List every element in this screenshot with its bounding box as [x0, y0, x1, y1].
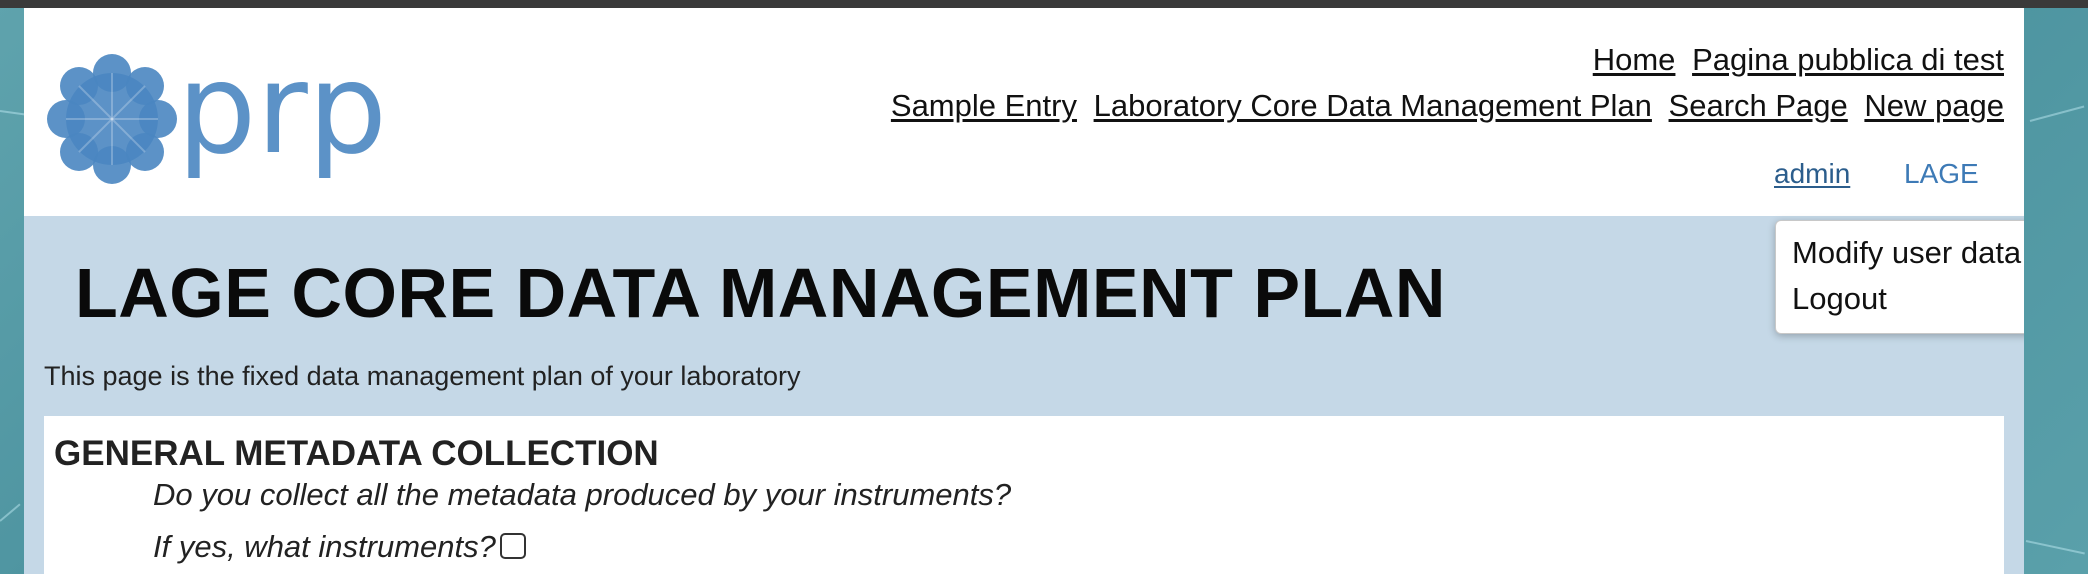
- background-line: [2025, 540, 2085, 555]
- nav-link-public-test-page[interactable]: Pagina pubblica di test: [1692, 42, 2004, 77]
- nav-link-data-management-plan[interactable]: Laboratory Core Data Management Plan: [1094, 88, 1652, 123]
- section-general-metadata: GENERAL METADATA COLLECTION Do you colle…: [44, 416, 2004, 574]
- nav-link-new-page[interactable]: New page: [1864, 88, 2004, 123]
- page-container: prp Home Pagina pubblica di test Sample …: [24, 8, 2024, 574]
- section-title: GENERAL METADATA COLLECTION: [54, 434, 659, 473]
- page-description: This page is the fixed data management p…: [44, 361, 801, 391]
- menu-item-modify-user-data[interactable]: Modify user data: [1792, 235, 2021, 271]
- background-line: [2029, 105, 2085, 122]
- lab-name: LAGE: [1904, 158, 1979, 189]
- logo-text: prp: [177, 44, 387, 182]
- instruments-checkbox[interactable]: [499, 533, 526, 559]
- top-nav-primary: Home Pagina pubblica di test: [1585, 42, 2004, 78]
- question-text: If yes, what instruments?: [153, 529, 496, 564]
- nav-link-home[interactable]: Home: [1593, 42, 1676, 77]
- question-collect-metadata: Do you collect all the metadata produced…: [153, 477, 1011, 513]
- prp-logo[interactable]: prp: [32, 44, 452, 194]
- background-line: [0, 503, 21, 522]
- menu-item-logout[interactable]: Logout: [1792, 281, 1887, 317]
- question-which-instruments: If yes, what instruments?: [153, 529, 526, 565]
- nav-link-sample-entry[interactable]: Sample Entry: [891, 88, 1077, 123]
- question-text: Do you collect all the metadata produced…: [153, 477, 1012, 512]
- top-nav-secondary: Sample Entry Laboratory Core Data Manage…: [883, 88, 2004, 124]
- window-top-bar: [0, 0, 2088, 8]
- user-dropdown-menu: Modify user data Logout: [1775, 220, 2024, 334]
- user-menu-toggle[interactable]: admin: [1774, 158, 1850, 190]
- nav-link-search-page[interactable]: Search Page: [1669, 88, 1848, 123]
- page-title: LAGE CORE DATA MANAGEMENT PLAN: [75, 254, 1446, 332]
